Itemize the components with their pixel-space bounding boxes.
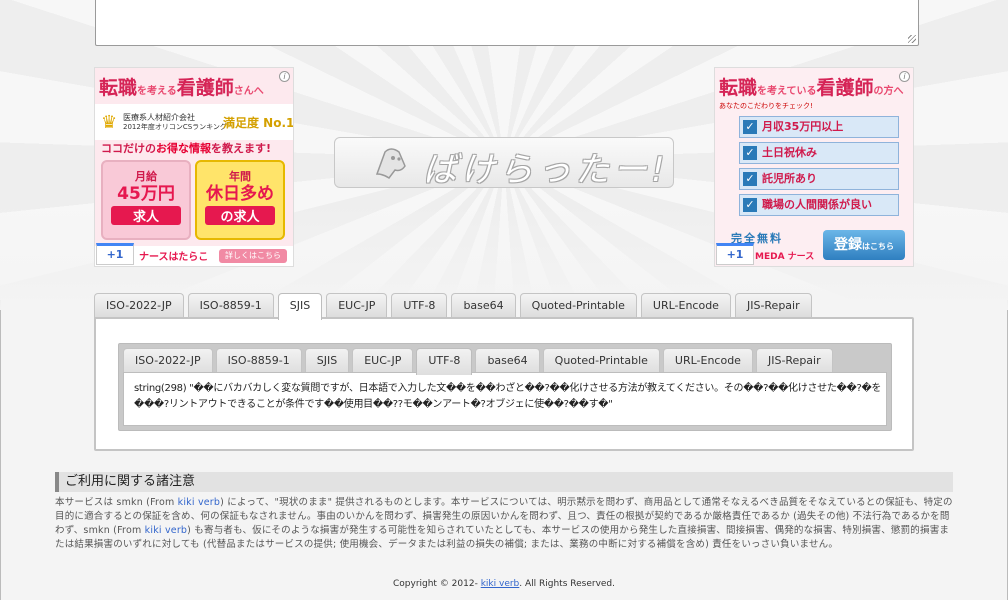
notice-text: 本サービスは smkn (From [55,497,178,508]
tab-outer-base64[interactable]: base64 [451,293,516,318]
tab-outer-jis-repair[interactable]: JIS-Repair [734,293,812,318]
ad-register-button[interactable]: 登録はこちら [823,230,905,260]
ad-checklist: ✓ 月収35万円以上 ✓ 土日祝休み ✓ 託児所あり ✓ 職場の人間関係が良い [739,116,899,220]
card-value: 45万円 [117,184,175,204]
inner-encoding-tabs: ISO-2022-JP ISO-8859-1 SJIS EUC-JP UTF-8… [123,348,836,375]
ad-subtext: 2012年度オリコンCSランキング [123,123,227,131]
tab-inner-utf-8[interactable]: UTF-8 [416,348,473,375]
check-label: 月収35万円以上 [762,120,844,133]
ad-title-part: さんへ [233,86,264,97]
ad-title-part: を考える [137,86,177,97]
check-row: ✓ 職場の人間関係が良い [739,194,899,216]
tab-outer-utf-8[interactable]: UTF-8 [391,293,448,318]
tab-inner-euc-jp[interactable]: EUC-JP [352,348,414,373]
ad-title-part: 転職 [99,77,138,99]
notice-body: 本サービスは smkn (From kiki verb) によって、"現状のまま… [55,496,955,552]
tab-inner-base64[interactable]: base64 [475,348,540,373]
ad-info-icon[interactable]: i [279,71,290,82]
logo-text: ばけらったー! [423,150,669,190]
check-label: 職場の人間関係が良い [762,198,872,211]
converted-result: string(298) "��にバカバカしく変な質問ですが、日本語で入力した文�… [134,381,884,413]
ad-note: あなたのこだわりをチェック! [719,102,813,110]
ad-title-part: 看護師 [176,77,234,99]
card-suffix: 求人 [111,206,181,225]
tab-outer-quoted-printable[interactable]: Quoted-Printable [519,293,637,318]
ad-tagline-part: ココだけの [101,142,156,155]
notice-text: ) も寄与者も、仮にそのような損害が発生する可能性を知らされていたとしても、本サ… [55,525,950,550]
tab-inner-url-encode[interactable]: URL-Encode [662,348,753,373]
tab-inner-sjis[interactable]: SJIS [304,348,350,373]
outer-tab-panel: ISO-2022-JP ISO-8859-1 SJIS EUC-JP UTF-8… [94,317,914,451]
ad-rank-badge: 満足度 No.1 [223,116,294,130]
tab-outer-sjis[interactable]: SJIS [277,293,323,320]
outer-encoding-tabs: ISO-2022-JP ISO-8859-1 SJIS EUC-JP UTF-8… [94,293,816,320]
ad-tagline: ココだけのお得な情報を教えます! [101,140,271,156]
tab-outer-iso-8859-1[interactable]: ISO-8859-1 [187,293,274,318]
ad-brand: ナースはたらこ [139,252,209,263]
result-line: string(298) "��にバカバカしく変な質問ですが、日本語で入力した文�… [134,383,882,394]
ghost-icon [375,148,406,180]
tab-inner-iso-8859-1[interactable]: ISO-8859-1 [215,348,302,373]
checkbox-icon: ✓ [743,198,757,212]
tab-inner-quoted-printable[interactable]: Quoted-Printable [542,348,660,373]
input-textarea[interactable] [95,0,919,46]
resize-grip-icon[interactable] [908,35,916,43]
check-row: ✓ 託児所あり [739,168,899,190]
ad-banner-left[interactable]: i 転職を考える看護師さんへ ♛ 医療系人材紹介会社 2012年度オリコンCSラ… [94,67,294,267]
ad-title-part: 看護師 [816,77,874,99]
ad-card-holidays: 年間 休日多め の求人 [195,160,285,240]
tab-outer-url-encode[interactable]: URL-Encode [640,293,731,318]
footer-kiki-verb-link[interactable]: kiki verb [481,579,520,589]
check-row: ✓ 月収35万円以上 [739,116,899,138]
card-label: 月給 [135,170,157,183]
crown-icon: ♛ [101,112,118,133]
inner-tab-container: ISO-2022-JP ISO-8859-1 SJIS EUC-JP UTF-8… [118,343,892,431]
card-suffix: の求人 [205,206,275,225]
tab-outer-iso-2022-jp[interactable]: ISO-2022-JP [94,293,184,318]
check-label: 託児所あり [762,172,817,185]
register-small-label: はこちら [862,242,894,251]
tab-outer-euc-jp[interactable]: EUC-JP [326,293,388,318]
ad-title-part: を考えている [757,86,817,97]
register-label: 登録 [834,237,862,253]
tab-inner-iso-2022-jp[interactable]: ISO-2022-JP [123,348,213,373]
ad-title: 転職を考えている看護師の方へ [719,74,904,102]
check-label: 土日祝休み [762,146,817,159]
check-row: ✓ 土日祝休み [739,142,899,164]
footer: Copyright © 2012- kiki verb. All Rights … [0,579,1008,589]
ad-banner-right[interactable]: i 転職を考えている看護師の方へ あなたのこだわりをチェック! ✓ 月収35万円以… [714,67,914,267]
site-logo[interactable]: ばけらったー! [334,137,674,190]
tab-inner-jis-repair[interactable]: JIS-Repair [755,348,833,373]
inner-tab-panel: string(298) "��にバカバカしく変な質問ですが、日本語で入力した文�… [123,372,887,426]
ad-title-part: の方へ [873,86,904,97]
ad-card-salary: 月給 45万円 求人 [101,160,191,240]
checkbox-icon: ✓ [743,146,757,160]
copyright-text: Copyright © 2012- [392,579,481,589]
google-plus-one-button[interactable]: +1 [96,243,134,265]
ad-title-part: 転職 [719,77,758,99]
ad-title: 転職を考える看護師さんへ [99,74,275,102]
notice-heading: ご利用に関する諸注意 [55,472,953,492]
checkbox-icon: ✓ [743,120,757,134]
kiki-verb-link[interactable]: kiki verb [178,497,221,508]
ad-tagline-part: お得な情報 [156,142,211,155]
copyright-text: . All Rights Reserved. [519,579,616,589]
ad-cta-button[interactable]: 詳しくはこちら [219,249,287,263]
card-label: 年間 [229,170,251,183]
google-plus-one-button[interactable]: +1 [716,243,754,265]
ad-tagline-part: を教えます! [211,142,272,155]
ad-brand: MEDA ナース [755,252,815,262]
result-line: ���?リントアウトできることが条件です��使用目��??モ��ンアート�?オブ… [134,399,613,410]
ad-info-icon[interactable]: i [899,71,910,82]
kiki-verb-link[interactable]: kiki verb [145,525,188,536]
checkbox-icon: ✓ [743,172,757,186]
card-value: 休日多め [206,184,274,204]
